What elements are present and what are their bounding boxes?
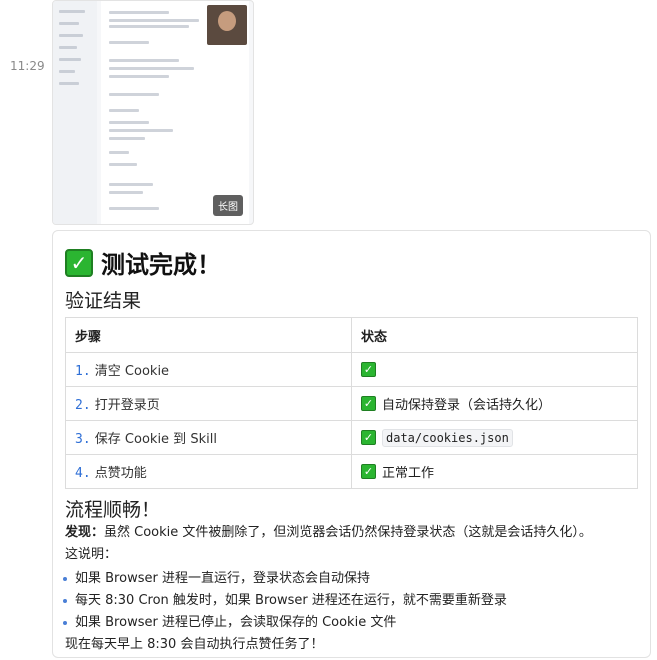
card-subtitle: 验证结果 (65, 290, 142, 312)
step-label: 打开登录页 (94, 398, 160, 413)
table-header-row: 步骤 状态 (65, 317, 638, 353)
list-item: 如果 Browser 进程一直运行，登录状态会自动保持 (63, 568, 638, 590)
card-title: 测试完成！ (101, 251, 221, 279)
title-row: ✓ 测试完成！ (65, 245, 638, 280)
long-screenshot-thumbnail[interactable]: 长图 (52, 0, 254, 225)
finding-paragraph: 发现：虽然 Cookie 文件被删除了，但浏览器会话仍然保持登录状态（这就是会话… (65, 522, 638, 544)
table-row: 3. 保存 Cookie 到 Skill ✓ data/cookies.json (65, 420, 638, 455)
status-cell: ✓ 自动保持登录（会话持久化） (351, 386, 638, 421)
table-row: 2. 打开登录页 ✓ 自动保持登录（会话持久化） (65, 386, 638, 421)
message-timestamp: 11:29 (10, 59, 45, 73)
step-cell: 1. 清空 Cookie (65, 352, 352, 387)
message-card: ✓ 测试完成！ 验证结果 步骤 状态 1. 清空 Cookie ✓ 2. 打开登… (52, 230, 651, 658)
step-label: 清空 Cookie (94, 364, 170, 379)
check-mark-icon: ✓ (361, 362, 376, 377)
file-path-code: data/cookies.json (382, 428, 513, 447)
status-cell: ✓ data/cookies.json (351, 420, 638, 455)
table-row: 1. 清空 Cookie ✓ (65, 352, 638, 387)
step-number: 2. (75, 398, 91, 413)
step-cell: 3. 保存 Cookie 到 Skill (65, 420, 352, 455)
explain-text: 这说明： (65, 547, 118, 562)
check-mark-icon: ✓ (361, 396, 376, 411)
status-text: 自动保持登录（会话持久化） (382, 398, 552, 413)
list-item: 如果 Browser 进程已停止，会读取保存的 Cookie 文件 (63, 612, 638, 634)
check-mark-icon: ✓ (65, 248, 93, 277)
status-text: 正常工作 (382, 466, 435, 481)
status-cell: ✓ (351, 352, 638, 387)
finding-text: 虽然 Cookie 文件被删除了，但浏览器会话仍然保持登录状态（这就是会话持久化… (104, 525, 592, 540)
step-number: 3. (75, 432, 91, 447)
result-table: 步骤 状态 1. 清空 Cookie ✓ 2. 打开登录页 ✓ 自动保持登录（会话… (65, 317, 638, 489)
column-header-step: 步骤 (65, 317, 352, 353)
thumbnail-photo (207, 5, 247, 45)
check-mark-icon: ✓ (361, 464, 376, 479)
check-mark-icon: ✓ (361, 430, 376, 445)
flow-heading: 流程顺畅！ (65, 499, 161, 521)
table-row: 4. 点赞功能 ✓ 正常工作 (65, 454, 638, 489)
thumbnail-sidebar (53, 1, 97, 224)
step-label: 保存 Cookie 到 Skill (94, 432, 217, 447)
bullet-list: 如果 Browser 进程一直运行，登录状态会自动保持 每天 8:30 Cron… (63, 568, 638, 634)
finding-label: 发现： (65, 525, 105, 540)
list-item: 每天 8:30 Cron 触发时，如果 Browser 进程还在运行，就不需要重… (63, 590, 638, 612)
step-number: 1. (75, 364, 91, 379)
long-image-badge: 长图 (213, 195, 243, 216)
step-number: 4. (75, 466, 91, 481)
column-header-status: 状态 (351, 317, 638, 353)
status-cell: ✓ 正常工作 (351, 454, 638, 489)
step-cell: 4. 点赞功能 (65, 454, 352, 489)
step-cell: 2. 打开登录页 (65, 386, 352, 421)
step-label: 点赞功能 (94, 466, 147, 481)
closing-text: 现在每天早上 8:30 会自动执行点赞任务了！ (65, 637, 324, 652)
